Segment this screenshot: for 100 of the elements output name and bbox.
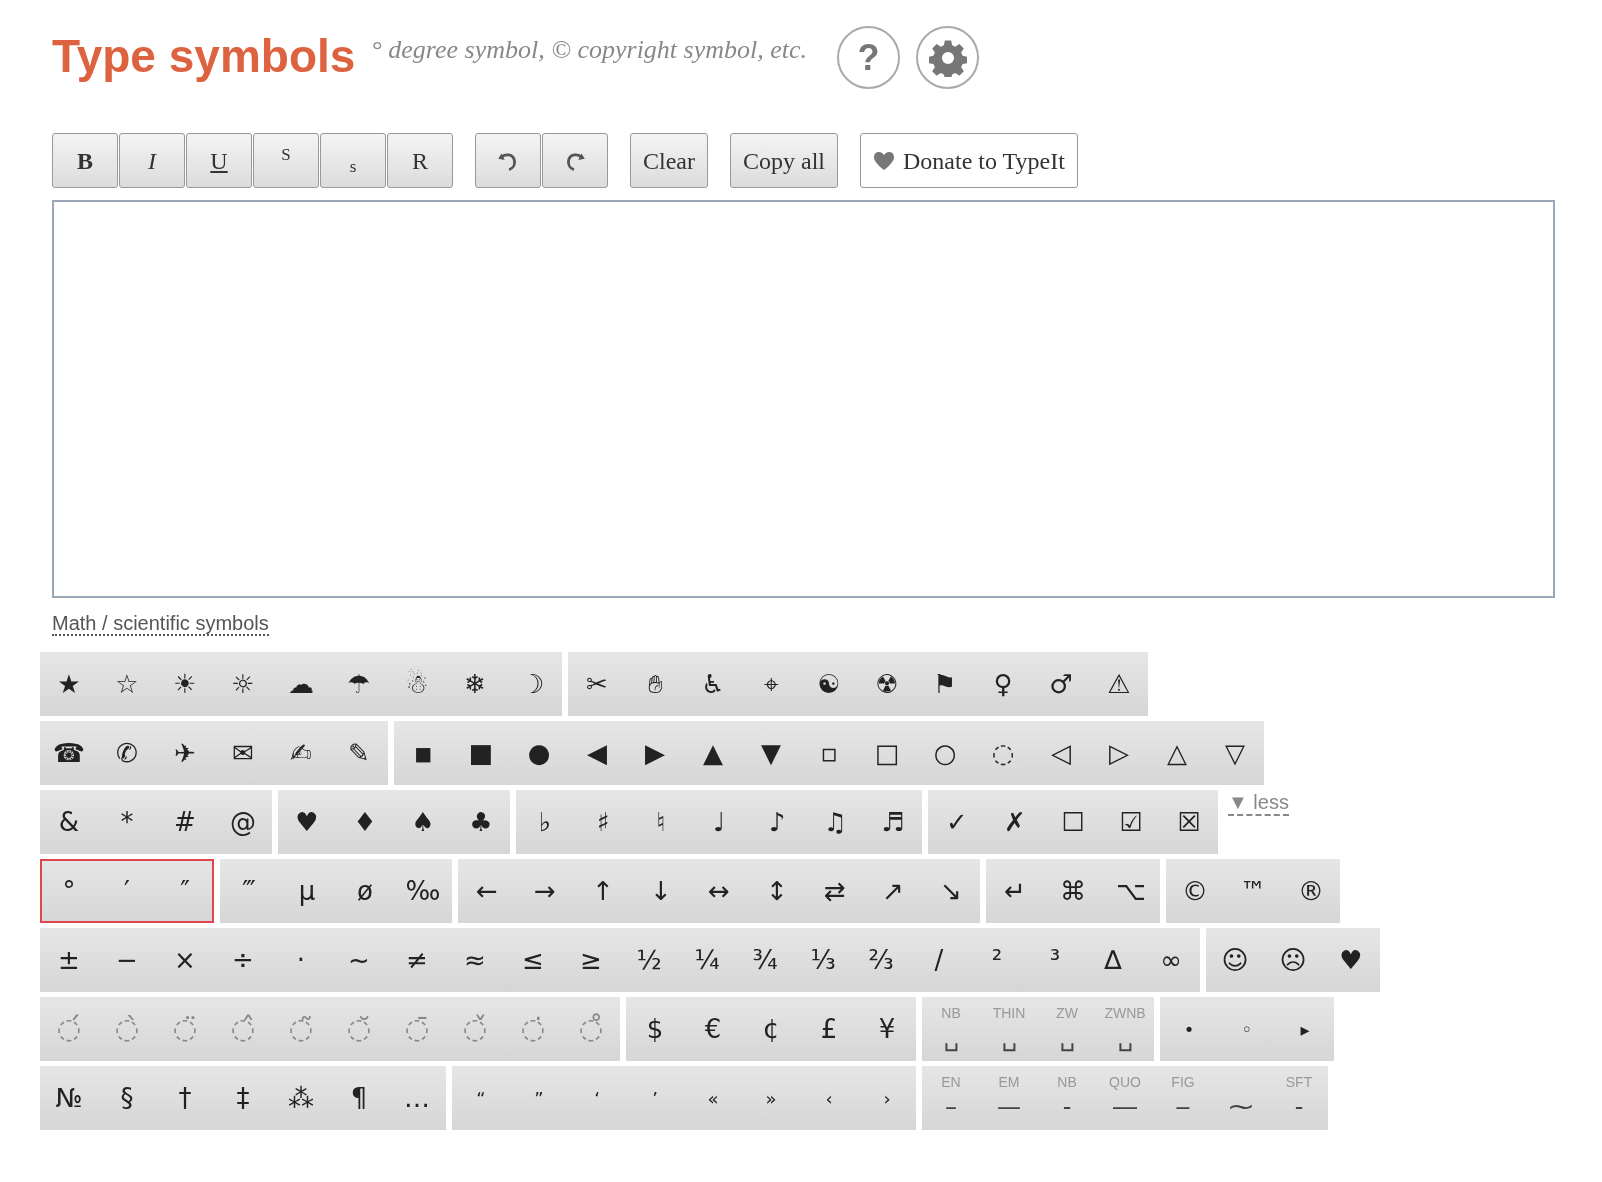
toggle-link[interactable]: ▼ less: [1228, 790, 1289, 816]
symbol-key[interactable]: ☹: [1264, 928, 1322, 992]
symbol-key[interactable]: ø: [336, 859, 394, 923]
action-button[interactable]: Copy all: [730, 133, 838, 188]
space-key[interactable]: EN –: [922, 1066, 980, 1130]
symbol-key[interactable]: ‘: [568, 1066, 626, 1130]
symbol-key[interactable]: €: [684, 997, 742, 1061]
symbol-key[interactable]: ″: [156, 859, 214, 923]
symbol-key[interactable]: ⚠: [1090, 652, 1148, 716]
format-button[interactable]: I: [119, 133, 185, 188]
symbol-key[interactable]: ♦: [336, 790, 394, 854]
symbol-key[interactable]: ⌥: [1102, 859, 1160, 923]
category-link[interactable]: Math / scientific symbols: [52, 612, 269, 636]
symbol-key[interactable]: §: [98, 1066, 156, 1130]
symbol-key[interactable]: ◌: [974, 721, 1032, 785]
symbol-key[interactable]: ≤: [504, 928, 562, 992]
symbol-key[interactable]: ”: [510, 1066, 568, 1130]
symbol-key[interactable]: ♪: [748, 790, 806, 854]
space-key[interactable]: ZW ␣: [1038, 997, 1096, 1061]
symbol-key[interactable]: ▶: [626, 721, 684, 785]
symbol-key[interactable]: ☂: [330, 652, 388, 716]
symbol-key[interactable]: /: [910, 928, 968, 992]
symbol-key[interactable]: ☃: [388, 652, 446, 716]
symbol-key[interactable]: ♠: [394, 790, 452, 854]
symbol-key[interactable]: ♥: [1322, 928, 1380, 992]
symbol-key[interactable]: ↵: [986, 859, 1044, 923]
symbol-key[interactable]: ⌘: [1044, 859, 1102, 923]
symbol-key[interactable]: ♂: [1032, 652, 1090, 716]
symbol-key[interactable]: ½: [620, 928, 678, 992]
space-key[interactable]: FIG ‒: [1154, 1066, 1212, 1130]
symbol-key[interactable]: ✉: [214, 721, 272, 785]
symbol-key[interactable]: μ: [278, 859, 336, 923]
symbol-key[interactable]: ◦: [1218, 997, 1276, 1061]
symbol-key[interactable]: ‴: [220, 859, 278, 923]
symbol-key[interactable]: £: [800, 997, 858, 1061]
symbol-key[interactable]: ☽: [504, 652, 562, 716]
symbol-key[interactable]: &: [40, 790, 98, 854]
symbol-key[interactable]: →: [516, 859, 574, 923]
symbol-key[interactable]: ¢: [742, 997, 800, 1061]
symbol-key[interactable]: ♫: [806, 790, 864, 854]
symbol-key[interactable]: ≈: [446, 928, 504, 992]
symbol-key[interactable]: $: [626, 997, 684, 1061]
donate-button[interactable]: Donate to TypeIt: [860, 133, 1078, 188]
symbol-key[interactable]: ∞: [1142, 928, 1200, 992]
symbol-key[interactable]: ▼: [742, 721, 800, 785]
symbol-key[interactable]: ⌖: [742, 652, 800, 716]
symbol-key[interactable]: ≠: [388, 928, 446, 992]
space-key[interactable]: ZWNB ␣: [1096, 997, 1154, 1061]
symbol-key[interactable]: ♯: [574, 790, 632, 854]
symbol-key[interactable]: □: [858, 721, 916, 785]
space-key[interactable]: THIN ␣: [980, 997, 1038, 1061]
action-button[interactable]: Clear: [630, 133, 708, 188]
symbol-key[interactable]: ›: [858, 1066, 916, 1130]
space-key[interactable]: NB ␣: [922, 997, 980, 1061]
space-key[interactable]: QUO ―: [1096, 1066, 1154, 1130]
symbol-key[interactable]: ~: [330, 928, 388, 992]
symbol-key[interactable]: ✋: [626, 652, 684, 716]
redo-button[interactable]: [542, 133, 608, 188]
symbol-key[interactable]: ✍: [272, 721, 330, 785]
symbol-key[interactable]: ↔: [690, 859, 748, 923]
symbol-key[interactable]: ☆: [98, 652, 156, 716]
symbol-key[interactable]: ●: [510, 721, 568, 785]
symbol-key[interactable]: ×: [156, 928, 214, 992]
settings-button[interactable]: [916, 26, 980, 89]
symbol-key[interactable]: ⁂: [272, 1066, 330, 1130]
symbol-key[interactable]: •: [1160, 997, 1218, 1061]
symbol-key[interactable]: ☯: [800, 652, 858, 716]
symbol-key[interactable]: ∆: [1084, 928, 1142, 992]
symbol-key[interactable]: ¾: [736, 928, 794, 992]
symbol-key[interactable]: ✗: [986, 790, 1044, 854]
symbol-key[interactable]: ‰: [394, 859, 452, 923]
symbol-key[interactable]: ¼: [678, 928, 736, 992]
symbol-key[interactable]: …: [388, 1066, 446, 1130]
symbol-key[interactable]: ✈: [156, 721, 214, 785]
symbol-key[interactable]: ✎: [330, 721, 388, 785]
symbol-key[interactable]: ▸: [1276, 997, 1334, 1061]
symbol-key[interactable]: ♭: [516, 790, 574, 854]
format-button[interactable]: R: [387, 133, 453, 188]
symbol-key[interactable]: ✓: [928, 790, 986, 854]
space-key[interactable]: ⁓: [1212, 1066, 1270, 1130]
symbol-key[interactable]: ‡: [214, 1066, 272, 1130]
symbol-key[interactable]: ☑: [1102, 790, 1160, 854]
symbol-key[interactable]: ▲: [684, 721, 742, 785]
symbol-key[interactable]: †: [156, 1066, 214, 1130]
symbol-key[interactable]: ³: [1026, 928, 1084, 992]
symbol-key[interactable]: ▷: [1090, 721, 1148, 785]
symbol-key[interactable]: ≥: [562, 928, 620, 992]
symbol-key[interactable]: ‹: [800, 1066, 858, 1130]
symbol-key[interactable]: ☀: [156, 652, 214, 716]
format-button[interactable]: U: [186, 133, 252, 188]
symbol-key[interactable]: ◀: [568, 721, 626, 785]
symbol-key[interactable]: ☁: [272, 652, 330, 716]
symbol-key[interactable]: »: [742, 1066, 800, 1130]
symbol-key[interactable]: ²: [968, 928, 1026, 992]
symbol-key[interactable]: −: [98, 928, 156, 992]
symbol-key[interactable]: ♿: [684, 652, 742, 716]
symbol-key[interactable]: ←: [458, 859, 516, 923]
symbol-key[interactable]: ÷: [214, 928, 272, 992]
symbol-key[interactable]: №: [40, 1066, 98, 1130]
symbol-key[interactable]: *: [98, 790, 156, 854]
